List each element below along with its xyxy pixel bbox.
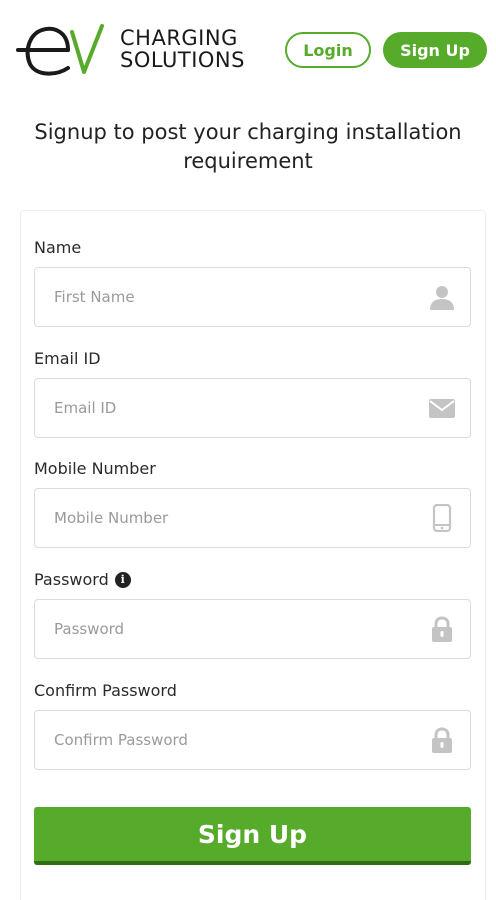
header-signup-button[interactable]: Sign Up (383, 32, 487, 68)
lock-icon (432, 727, 452, 753)
user-icon (430, 286, 454, 310)
email-field (34, 378, 471, 438)
password-label-text: Password (34, 570, 109, 589)
brand-name: CHARGING SOLUTIONS (120, 27, 245, 71)
info-icon[interactable]: i (114, 571, 131, 588)
name-label: Name (34, 238, 81, 257)
name-label-text: Name (34, 238, 82, 257)
lock-icon (432, 616, 452, 642)
mobile-phone-icon (432, 504, 452, 532)
email-input[interactable] (35, 379, 415, 437)
confirm-password-label-text: Confirm Password (34, 681, 177, 700)
envelope-icon (429, 399, 455, 418)
brand-line-1: CHARGING (120, 26, 238, 50)
name-input[interactable] (35, 268, 415, 326)
header: CHARGING SOLUTIONS Login Sign Up (0, 0, 496, 100)
mobile-field (34, 488, 471, 548)
confirm-password-field (34, 710, 471, 770)
mobile-input[interactable] (35, 489, 415, 547)
ev-logo-mark (16, 24, 104, 76)
login-button[interactable]: Login (285, 32, 371, 68)
mobile-label-text: Mobile Number (34, 459, 156, 478)
brand-line-2: SOLUTIONS (120, 48, 245, 72)
confirm-password-input[interactable] (35, 711, 415, 769)
email-label: Email ID (34, 349, 101, 368)
mobile-label: Mobile Number (34, 459, 156, 478)
brand-logo[interactable]: CHARGING SOLUTIONS (16, 20, 244, 82)
name-field (34, 267, 471, 327)
signup-submit-button[interactable]: Sign Up (34, 807, 471, 865)
password-input[interactable] (35, 600, 415, 658)
password-field (34, 599, 471, 659)
page-title: Signup to post your charging installatio… (34, 120, 462, 173)
email-label-text: Email ID (34, 349, 101, 368)
password-label: Password i (34, 570, 131, 589)
confirm-password-label: Confirm Password (34, 681, 177, 700)
